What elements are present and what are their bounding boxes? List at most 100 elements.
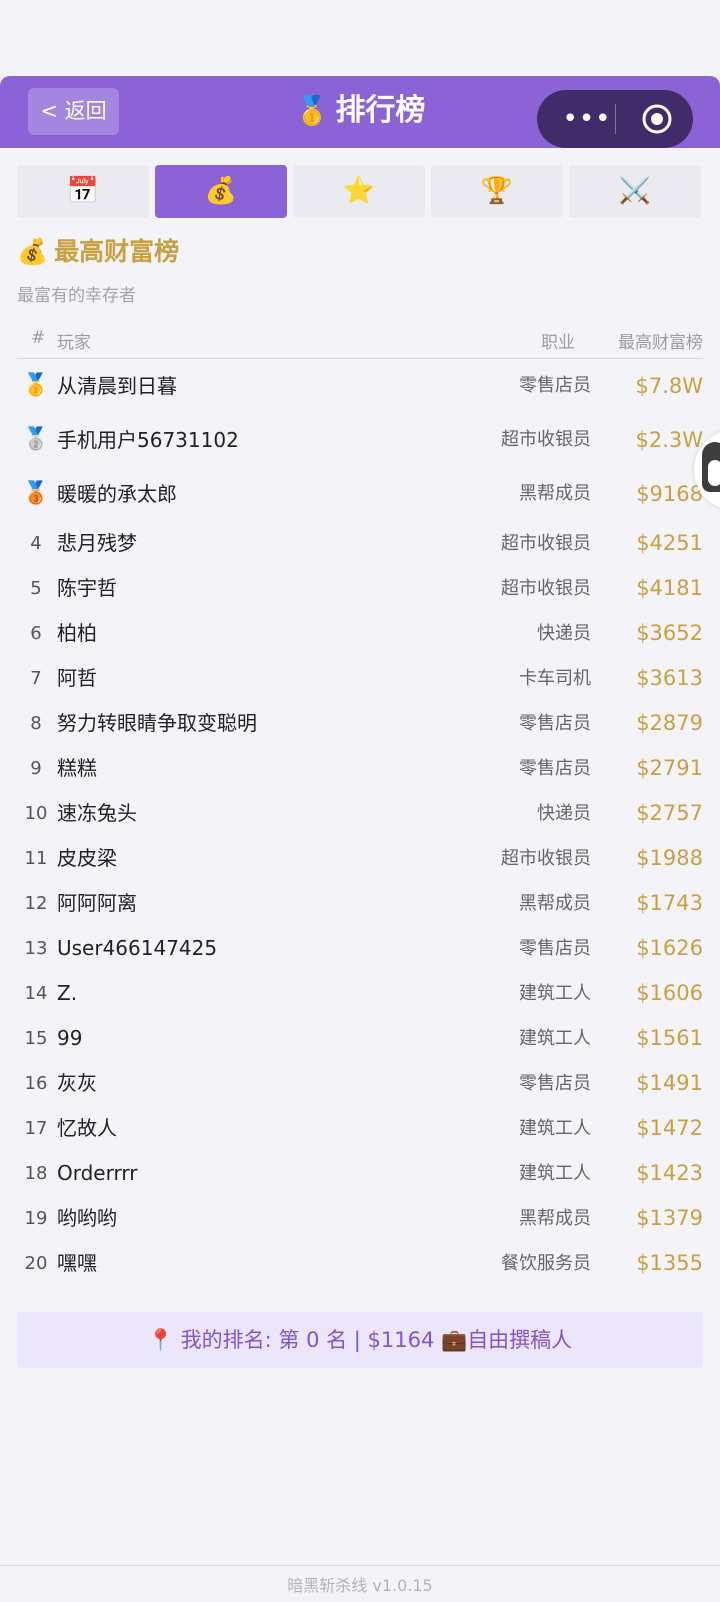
player-name[interactable]: 忆故人 — [57, 1106, 117, 1151]
player-job: 零售店员 — [519, 758, 591, 779]
player-job: 黑帮成员 — [519, 1208, 591, 1229]
player-name[interactable]: 哟哟哟 — [57, 1196, 117, 1241]
tab-trophy[interactable]: 🏆 — [431, 165, 563, 218]
tab-crossed-swords[interactable]: ⚔️ — [569, 165, 701, 218]
table-row: 20 嘿嘿 餐饮服务员 $1355 — [17, 1241, 703, 1286]
page-title-text: 排行榜 — [335, 93, 426, 128]
table-row: 11 皮皮梁 超市收银员 $1988 — [17, 836, 703, 881]
rank-medal-icon: 🥇 — [22, 373, 50, 398]
medal-icon: 🥇 — [294, 94, 330, 127]
player-job: 超市收银员 — [501, 848, 591, 869]
player-name[interactable]: 阿哲 — [57, 656, 97, 701]
more-icon[interactable]: ••• — [559, 90, 615, 148]
my-rank-bar: 📍 我的排名: 第 0 名 | $1164 💼自由撰稿人 — [17, 1312, 703, 1368]
table-row: 12 阿阿阿离 黑帮成员 $1743 — [17, 881, 703, 926]
player-name[interactable]: Z. — [57, 971, 77, 1016]
star-icon: ⭐ — [342, 176, 376, 206]
table-row: 🥈 手机用户56731102 超市收银员 $2.3W — [17, 413, 703, 467]
footer-divider — [0, 1565, 720, 1566]
player-job: 建筑工人 — [519, 1163, 591, 1184]
rank-number: 4 — [30, 533, 42, 554]
crossed-swords-icon: ⚔️ — [618, 176, 652, 206]
player-name[interactable]: 陈宇哲 — [57, 566, 117, 611]
player-name[interactable]: 暖暖的承太郎 — [57, 467, 177, 521]
player-job: 建筑工人 — [519, 983, 591, 1004]
table-row: 🥇 从清晨到日暮 零售店员 $7.8W — [17, 359, 703, 413]
header-bar: < 返回 🥇 排行榜 ••• — [0, 76, 720, 148]
player-wealth: $1379 — [636, 1206, 703, 1230]
player-name[interactable]: 皮皮梁 — [57, 836, 117, 881]
trophy-icon: 🏆 — [480, 176, 514, 206]
rank-number: 5 — [30, 578, 42, 599]
table-row: 10 速冻兔头 快递员 $2757 — [17, 791, 703, 836]
player-wealth: $1626 — [636, 936, 703, 960]
table-row: 6 柏柏 快递员 $3652 — [17, 611, 703, 656]
player-name[interactable]: Orderrrr — [57, 1151, 137, 1196]
table-row: 5 陈宇哲 超市收银员 $4181 — [17, 566, 703, 611]
player-name[interactable]: 99 — [57, 1016, 82, 1061]
rank-number: 19 — [24, 1208, 48, 1229]
player-wealth: $2757 — [636, 801, 703, 825]
player-name[interactable]: 速冻兔头 — [57, 791, 137, 836]
pin-icon: 📍 — [147, 1328, 174, 1352]
table-row: 19 哟哟哟 黑帮成员 $1379 — [17, 1196, 703, 1241]
player-job: 餐饮服务员 — [501, 1253, 591, 1274]
table-row: 18 Orderrrr 建筑工人 $1423 — [17, 1151, 703, 1196]
rank-number: 12 — [24, 893, 48, 914]
rank-medal-icon: 🥈 — [22, 427, 50, 452]
tab-money-bag[interactable]: 💰 — [155, 165, 287, 218]
tab-calendar[interactable]: 📅 — [17, 165, 149, 218]
column-wealth: 最高财富榜 — [618, 333, 703, 353]
player-wealth: $3652 — [636, 621, 703, 645]
calendar-icon: 📅 — [66, 176, 100, 206]
table-row: 14 Z. 建筑工人 $1606 — [17, 971, 703, 1016]
table-header: # 玩家 职业 最高财富榜 — [17, 322, 703, 359]
player-job: 黑帮成员 — [519, 483, 591, 504]
table-row: 13 User466147425 零售店员 $1626 — [17, 926, 703, 971]
player-name[interactable]: 悲月残梦 — [57, 521, 137, 566]
player-name[interactable]: User466147425 — [57, 926, 217, 971]
player-wealth: $4251 — [636, 531, 703, 555]
rank-number: 13 — [24, 938, 48, 959]
player-name[interactable]: 糕糕 — [57, 746, 97, 791]
rank-number: 11 — [24, 848, 48, 869]
player-wealth: $2791 — [636, 756, 703, 780]
player-name[interactable]: 从清晨到日暮 — [57, 359, 177, 413]
player-wealth: $9168 — [636, 482, 703, 506]
capsule-divider — [615, 104, 616, 134]
close-target-icon[interactable] — [641, 103, 673, 135]
table-row: 7 阿哲 卡车司机 $3613 — [17, 656, 703, 701]
table-body: 🥇 从清晨到日暮 零售店员 $7.8W 🥈 手机用户56731102 超市收银员 $2.3W 🥉… — [17, 359, 703, 1286]
my-rank-text: 我的排名: 第 0 名 | $1164 — [180, 1328, 435, 1352]
rank-number: 16 — [24, 1073, 48, 1094]
player-job: 超市收银员 — [501, 429, 591, 450]
player-job: 零售店员 — [519, 713, 591, 734]
rank-number: 7 — [30, 668, 42, 689]
table-row: 4 悲月残梦 超市收银员 $4251 — [17, 521, 703, 566]
rank-medal-icon: 🥉 — [22, 481, 50, 506]
player-wealth: $1561 — [636, 1026, 703, 1050]
table-row: 17 忆故人 建筑工人 $1472 — [17, 1106, 703, 1151]
player-name[interactable]: 阿阿阿离 — [57, 881, 137, 926]
player-name[interactable]: 柏柏 — [57, 611, 97, 656]
player-wealth: $1743 — [636, 891, 703, 915]
player-job: 快递员 — [537, 803, 591, 824]
player-name[interactable]: 灰灰 — [57, 1061, 97, 1106]
my-job: 自由撰稿人 — [467, 1328, 573, 1352]
tab-star[interactable]: ⭐ — [293, 165, 425, 218]
player-wealth: $1423 — [636, 1161, 703, 1185]
table-row: 8 努力转眼睛争取变聪明 零售店员 $2879 — [17, 701, 703, 746]
column-player: 玩家 — [57, 333, 91, 353]
player-wealth: $1355 — [636, 1251, 703, 1275]
player-job: 零售店员 — [519, 1073, 591, 1094]
rank-number: 18 — [24, 1163, 48, 1184]
rank-number: 15 — [24, 1028, 48, 1049]
rank-number: 17 — [24, 1118, 48, 1139]
player-name[interactable]: 努力转眼睛争取变聪明 — [57, 701, 257, 746]
player-job: 零售店员 — [519, 938, 591, 959]
player-name[interactable]: 手机用户56731102 — [57, 413, 239, 467]
table-row: 16 灰灰 零售店员 $1491 — [17, 1061, 703, 1106]
player-wealth: $2.3W — [635, 428, 703, 452]
player-job: 快递员 — [537, 623, 591, 644]
player-name[interactable]: 嘿嘿 — [57, 1241, 97, 1286]
